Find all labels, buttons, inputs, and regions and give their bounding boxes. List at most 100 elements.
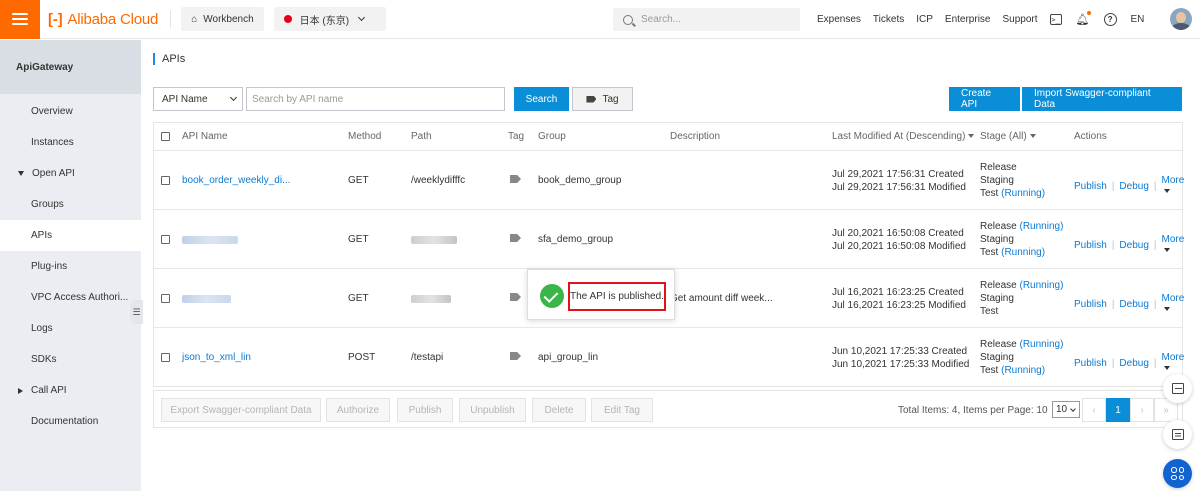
nav-enterprise[interactable]: Enterprise [945,14,991,25]
search-button[interactable]: Search [514,87,569,111]
publish-link[interactable]: Publish [1074,299,1107,310]
timestamps: Jul 16,2021 16:23:25 Created Jul 16,2021… [832,286,966,312]
col-api-name: API Name [182,131,228,142]
more-label: More [1161,352,1185,363]
api-name-link[interactable]: json_to_xml_lin [182,352,251,363]
sidebar-item-vpc-access[interactable]: VPC Access Authori... [0,282,141,313]
nav-support[interactable]: Support [1002,14,1037,25]
method: GET [348,234,369,245]
toast-message: The API is published. [568,282,666,311]
row-checkbox[interactable] [161,235,170,244]
sidebar-item-plugins[interactable]: Plug-ins [0,251,141,282]
row-checkbox[interactable] [161,176,170,185]
more-menu[interactable]: More [1161,352,1185,374]
tag-icon[interactable] [510,234,521,242]
group: api_group_lin [538,352,599,363]
filter-field-select[interactable]: API Name [153,87,243,111]
row-checkbox[interactable] [161,294,170,303]
sidebar-item-label: Call API [31,385,67,396]
row-checkbox[interactable] [161,353,170,362]
language-switch[interactable]: EN [1131,14,1145,25]
api-name-search-input[interactable]: Search by API name [246,87,505,111]
row-actions: Publish | Debug | More [1074,352,1184,374]
next-page-button[interactable]: › [1130,398,1154,422]
authorize-button[interactable]: Authorize [326,398,390,422]
nav-expenses[interactable]: Expenses [817,14,861,25]
created-at: Jul 29,2021 17:56:31 Created [832,169,964,180]
sidebar-item-apis[interactable]: APIs [0,220,141,251]
modified-at: Jul 16,2021 16:23:25 Modified [832,300,966,311]
group: book_demo_group [538,175,622,186]
export-swagger-button[interactable]: Export Swagger-compliant Data [161,398,321,422]
select-all-checkbox[interactable] [161,132,170,141]
chat-icon [1171,429,1184,440]
debug-link[interactable]: Debug [1119,358,1148,369]
debug-link[interactable]: Debug [1119,299,1148,310]
publish-link[interactable]: Publish [1074,181,1107,192]
sidebar-item-sdks[interactable]: SDKs [0,344,141,375]
menu-button[interactable] [0,0,40,39]
help-icon[interactable]: ? [1103,13,1117,26]
float-feedback-button[interactable] [1163,420,1192,449]
caret-down-icon [1163,307,1170,312]
search-placeholder: Search... [641,14,682,25]
nav-icp[interactable]: ICP [916,14,933,25]
stage-release: Release [980,161,1045,174]
more-menu[interactable]: More [1162,175,1184,197]
sidebar-item-instances[interactable]: Instances [0,127,141,158]
more-menu[interactable]: More [1162,234,1184,256]
publish-link[interactable]: Publish [1074,240,1107,251]
create-api-button[interactable]: Create API [949,87,1020,111]
page-size-select[interactable]: 10 [1052,401,1080,418]
publish-button[interactable]: Publish [397,398,453,422]
prev-page-button[interactable]: ‹ [1082,398,1106,422]
tag-icon[interactable] [510,352,521,360]
float-exit-button[interactable] [1163,374,1192,403]
delete-button[interactable]: Delete [532,398,586,422]
tag-icon[interactable] [510,175,521,183]
nav-tickets[interactable]: Tickets [873,14,904,25]
sidebar-item-logs[interactable]: Logs [0,313,141,344]
sidebar-group-open-api[interactable]: Open API [0,158,141,189]
global-search-input[interactable]: Search... [613,8,800,31]
sidebar-item-overview[interactable]: Overview [0,96,141,127]
col-stage-label: Stage (All) [980,131,1027,142]
alibaba-cloud-logo[interactable]: [-] Alibaba Cloud [48,11,158,28]
page-title: APIs [153,53,185,65]
region-selector[interactable]: 日本 (东京) [273,7,386,31]
terminal-icon[interactable]: >_ [1049,14,1062,25]
brand-name: Alibaba Cloud [67,10,159,28]
more-menu[interactable]: More [1162,293,1184,315]
api-name-link-redacted[interactable] [182,295,231,303]
sidebar-item-documentation[interactable]: Documentation [0,406,141,437]
notification-dot [1086,10,1091,15]
col-stage[interactable]: Stage (All) [980,131,1036,142]
edit-tag-button[interactable]: Edit Tag [591,398,653,422]
table-row: json_to_xml_lin POST /testapi api_group_… [154,327,1184,386]
sidebar-title[interactable]: ApiGateway [0,40,141,94]
avatar[interactable] [1170,8,1192,30]
debug-link[interactable]: Debug [1119,181,1148,192]
unpublish-button[interactable]: Unpublish [459,398,526,422]
bell-icon[interactable]: 🔔︎ [1076,10,1091,27]
tag-button[interactable]: Tag [572,87,633,111]
search-placeholder: Search by API name [252,93,344,105]
debug-link[interactable]: Debug [1119,240,1148,251]
workbench-button[interactable]: ⌂ Workbench [181,7,264,31]
page-button[interactable]: 1 [1106,398,1130,422]
stage-release-label: Release [980,221,1017,232]
api-name-link-redacted[interactable] [182,236,238,244]
check-circle-icon [540,284,564,308]
api-name-link[interactable]: book_order_weekly_di... [182,175,290,186]
stage-release: Release (Running) [980,220,1063,233]
sidebar-item-groups[interactable]: Groups [0,189,141,220]
import-swagger-button[interactable]: Import Swagger-compliant Data [1022,87,1182,111]
col-last-modified[interactable]: Last Modified At (Descending) [832,131,975,142]
stage-staging: Staging [980,352,1014,363]
sidebar-group-call-api[interactable]: Call API [0,375,141,406]
col-group: Group [538,131,566,142]
caret-down-icon [1163,248,1170,253]
tag-icon[interactable] [510,293,521,301]
publish-link[interactable]: Publish [1074,358,1107,369]
float-apps-button[interactable] [1163,459,1192,488]
